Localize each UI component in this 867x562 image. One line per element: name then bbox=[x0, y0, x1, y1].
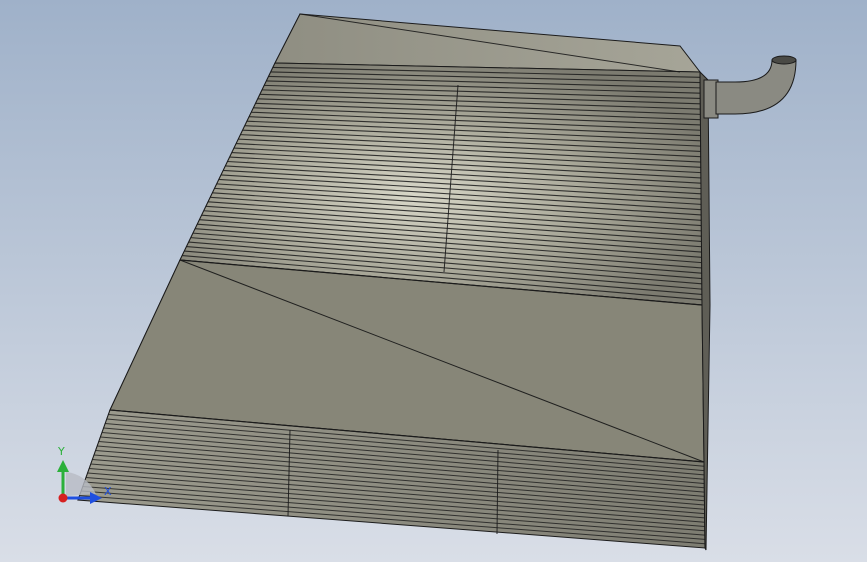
triad-x-label: X bbox=[104, 485, 112, 498]
cad-viewport[interactable]: Y X bbox=[0, 0, 867, 562]
triad-origin-icon bbox=[58, 493, 68, 503]
triad-y-label: Y bbox=[57, 445, 65, 458]
model-scene[interactable]: Y X bbox=[0, 0, 867, 562]
pipe-opening bbox=[771, 55, 797, 65]
